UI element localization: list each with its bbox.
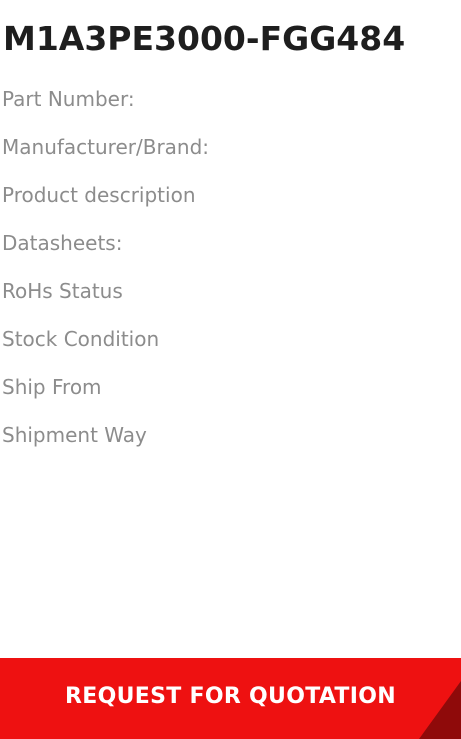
- spec-label-ship-from: Ship From: [2, 375, 102, 399]
- request-for-quotation-button[interactable]: REQUEST FOR QUOTATION: [0, 658, 461, 739]
- spec-label-part-number: Part Number:: [2, 87, 135, 111]
- spec-label-description: Product description: [2, 183, 196, 207]
- spec-label-datasheets: Datasheets:: [2, 231, 123, 255]
- button-corner-decoration: [419, 681, 461, 739]
- spec-label-shipment-way: Shipment Way: [2, 423, 147, 447]
- request-for-quotation-label: REQUEST FOR QUOTATION: [65, 684, 396, 709]
- product-title: M1A3PE3000-FGG484: [3, 19, 406, 58]
- spec-label-stock-condition: Stock Condition: [2, 327, 160, 351]
- spec-list: Part Number: Manufacturer/Brand: Product…: [2, 82, 209, 466]
- spec-label-manufacturer: Manufacturer/Brand:: [2, 135, 210, 159]
- spec-label-rohs-status: RoHs Status: [2, 279, 123, 303]
